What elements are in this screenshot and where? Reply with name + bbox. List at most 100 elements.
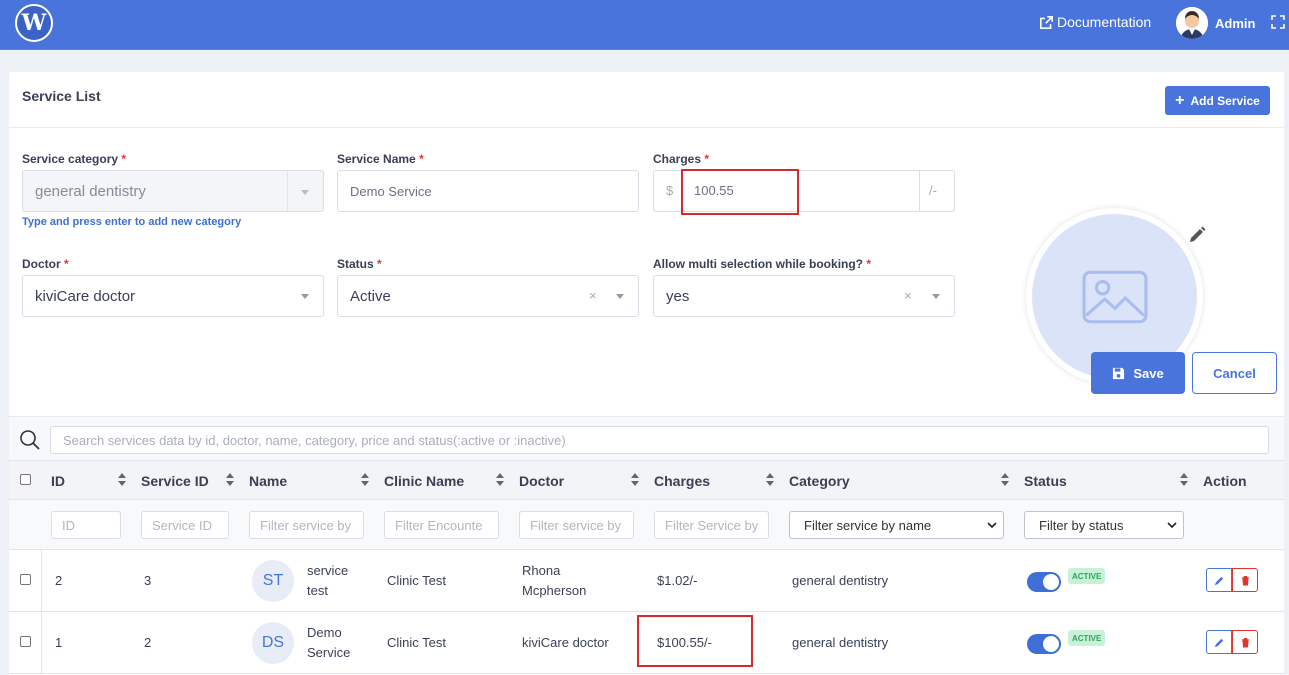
clear-icon[interactable]: × (904, 288, 912, 303)
doctor-select[interactable]: kiviCare doctor (22, 275, 324, 317)
sort-icon[interactable] (1180, 473, 1188, 487)
row-service-name: service test (307, 563, 349, 598)
filter-charges-input[interactable]: Filter Service by (654, 511, 769, 539)
category-select[interactable]: general dentistry (22, 170, 324, 212)
filter-service-id-input[interactable]: Service ID (141, 511, 229, 539)
table-search-bar: Search services data by id, doctor, name… (9, 416, 1284, 460)
filter-id-input[interactable]: ID (51, 511, 121, 539)
pencil-icon (1214, 576, 1223, 585)
edit-button[interactable] (1206, 568, 1232, 592)
service-table: Search services data by id, doctor, name… (9, 416, 1284, 675)
trash-icon (1241, 637, 1249, 647)
search-icon (20, 430, 40, 450)
filter-category-value: Filter service by name (804, 517, 932, 533)
documentation-link[interactable]: Documentation (1040, 14, 1151, 30)
filter-doctor-input[interactable]: Filter service by (519, 511, 634, 539)
sort-icon[interactable] (496, 473, 504, 487)
sort-icon[interactable] (1001, 473, 1009, 487)
chevron-down-icon (932, 294, 940, 299)
column-header-name[interactable]: Name (249, 473, 287, 489)
row-checkbox[interactable] (20, 636, 31, 647)
column-header-action: Action (1203, 473, 1247, 489)
multi-selection-select[interactable]: yes × (653, 275, 955, 317)
category-value: general dentistry (35, 182, 146, 200)
cancel-button[interactable]: Cancel (1192, 352, 1277, 394)
chevron-down-icon (987, 522, 997, 529)
column-header-doctor[interactable]: Doctor (519, 473, 564, 489)
status-toggle[interactable] (1027, 634, 1061, 654)
service-name-label: Service Name * (337, 152, 424, 166)
user-name[interactable]: Admin (1215, 16, 1255, 31)
column-header-clinic-name[interactable]: Clinic Name (384, 473, 464, 489)
column-header-category[interactable]: Category (789, 473, 850, 489)
delete-button[interactable] (1232, 630, 1258, 654)
sort-icon[interactable] (766, 473, 774, 487)
wordpress-logo-icon[interactable]: W (15, 4, 53, 42)
sort-icon[interactable] (118, 473, 126, 487)
add-service-button[interactable]: + Add Service (1165, 86, 1270, 115)
filter-name-input[interactable]: Filter service by (249, 511, 364, 539)
service-initials-avatar: ST (252, 560, 294, 602)
filter-status-select[interactable]: Filter by status (1024, 511, 1184, 539)
charges-label: Charges * (653, 152, 710, 166)
sort-icon[interactable] (631, 473, 639, 487)
row-id: 2 (55, 573, 63, 588)
top-bar: W Documentation Admin (0, 0, 1289, 50)
table-row[interactable]: 1 2 DS Demo Service Clinic Test kiviCare… (9, 612, 1284, 674)
edit-button[interactable] (1206, 630, 1232, 654)
service-form: Service category * general dentistry Typ… (9, 129, 1284, 406)
charges-highlight-box (681, 169, 799, 215)
chevron-down-icon (301, 294, 309, 299)
column-header-status[interactable]: Status (1024, 473, 1067, 489)
charges-highlight-box (637, 615, 753, 667)
doctor-label: Doctor * (22, 257, 69, 271)
row-service-id: 2 (144, 635, 152, 650)
clear-icon[interactable]: × (589, 288, 597, 303)
plus-icon: + (1175, 91, 1185, 109)
add-service-label: Add Service (1190, 93, 1260, 108)
row-category: general dentistry (792, 635, 889, 650)
status-label: Status * (337, 257, 382, 271)
service-card: Service List + Add Service Service categ… (9, 72, 1284, 675)
sort-icon[interactable] (361, 473, 369, 487)
delete-button[interactable] (1232, 568, 1258, 592)
service-name-input[interactable]: Demo Service (337, 170, 639, 212)
table-row[interactable]: 2 3 ST service test Clinic Test Rhona Mc… (9, 550, 1284, 612)
page-title: Service List (22, 88, 101, 104)
fullscreen-icon[interactable] (1271, 15, 1285, 29)
save-label: Save (1133, 365, 1164, 381)
chevron-down-icon (616, 294, 624, 299)
doctor-value: kiviCare doctor (35, 287, 136, 305)
status-badge: ACTIVE (1068, 568, 1106, 584)
filter-category-select[interactable]: Filter service by name (789, 511, 1004, 539)
edit-image-icon[interactable] (1187, 225, 1207, 245)
status-select[interactable]: Active × (337, 275, 639, 317)
row-charges: $1.02/- (657, 573, 698, 588)
column-header-charges[interactable]: Charges (654, 473, 710, 489)
filter-clinic-input[interactable]: Filter Encounte (384, 511, 499, 539)
image-icon (1082, 270, 1147, 323)
documentation-label: Documentation (1057, 14, 1152, 30)
category-hint: Type and press enter to add new category (22, 216, 242, 228)
row-checkbox[interactable] (20, 574, 31, 585)
table-search-input[interactable]: Search services data by id, doctor, name… (50, 426, 1269, 454)
chevron-down-icon (301, 190, 309, 195)
status-badge: ACTIVE (1068, 630, 1106, 646)
external-link-icon (1040, 15, 1053, 29)
user-avatar[interactable] (1176, 7, 1208, 39)
category-label: Service category * (22, 152, 127, 166)
trash-icon (1241, 575, 1249, 585)
row-id: 1 (55, 635, 63, 650)
card-header: Service List + Add Service (9, 72, 1284, 128)
chevron-down-icon (1167, 522, 1177, 529)
row-clinic-name: Clinic Test (387, 635, 447, 650)
table-filter-row: ID Service ID Filter service by Filter E… (9, 500, 1284, 550)
column-header-service-id[interactable]: Service ID (141, 473, 209, 489)
select-all-checkbox[interactable] (20, 474, 31, 485)
column-header-id[interactable]: ID (51, 473, 65, 489)
row-doctor: Rhona Mcpherson (522, 563, 587, 598)
status-toggle[interactable] (1027, 572, 1061, 592)
save-button[interactable]: Save (1091, 352, 1185, 394)
filter-status-value: Filter by status (1039, 517, 1124, 533)
sort-icon[interactable] (226, 473, 234, 487)
